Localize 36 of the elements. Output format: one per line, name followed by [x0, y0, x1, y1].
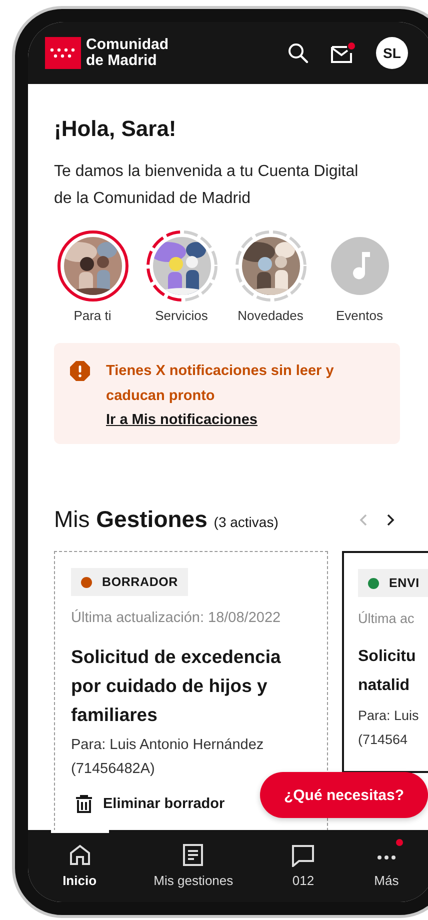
- story-label: Eventos: [336, 308, 383, 323]
- more-icon: [376, 855, 396, 860]
- nav-tab[interactable]: Inicio: [50, 830, 109, 902]
- alert-message: Tienes X notificaciones sin leer y caducan pronto: [106, 362, 335, 406]
- card-title: Solicitu: [358, 647, 417, 667]
- nav-tab[interactable]: 012: [278, 830, 328, 902]
- nav-tab[interactable]: Más: [361, 830, 412, 902]
- story-label: Para ti: [74, 308, 112, 323]
- status-label: BORRADOR: [102, 575, 178, 589]
- delete-draft-button[interactable]: Eliminar borrador: [71, 795, 225, 813]
- section-title: Mis Gestiones (3 activas): [54, 506, 278, 533]
- story-label: Novedades: [238, 308, 304, 323]
- recipient-text: (714564: [358, 731, 409, 749]
- welcome-text: Te damos la bienvenida a tu Cuenta Digital de la Comunidad de Madrid: [54, 162, 360, 209]
- chat-icon: [290, 843, 316, 867]
- recipient-text: Para: Luis: [358, 707, 420, 725]
- procedure-card[interactable]: ENVI Última ac Solicitu natalid Para: Luis (714564: [342, 551, 428, 773]
- mail-icon[interactable]: [330, 41, 356, 65]
- warning-icon: [70, 361, 90, 381]
- trash-icon: [75, 795, 93, 813]
- update-date: Última actualización: 18/08/2022: [71, 610, 282, 626]
- flag-icon: [45, 37, 81, 69]
- story-thumbnail[interactable]: [56, 230, 128, 302]
- user-avatar[interactable]: SL: [376, 37, 408, 69]
- card-title: Solicitud de excedencia por cuidado de hijos y familiares: [71, 645, 282, 727]
- nav-tab[interactable]: Mis gestiones: [142, 830, 246, 902]
- card-title: natalid: [358, 676, 411, 696]
- help-button[interactable]: ¿Qué necesitas?: [260, 772, 428, 818]
- story-label: Servicios: [155, 308, 208, 323]
- brand-name: Comunidad de Madrid: [86, 37, 168, 69]
- update-date: Última ac: [358, 611, 416, 626]
- story-thumbnail[interactable]: [146, 230, 218, 302]
- notifications-link[interactable]: Ir a Mis notificaciones: [106, 412, 258, 428]
- search-icon[interactable]: [286, 41, 310, 65]
- status-label: ENVI: [389, 576, 420, 590]
- greeting: ¡Hola, Sara!: [54, 116, 178, 142]
